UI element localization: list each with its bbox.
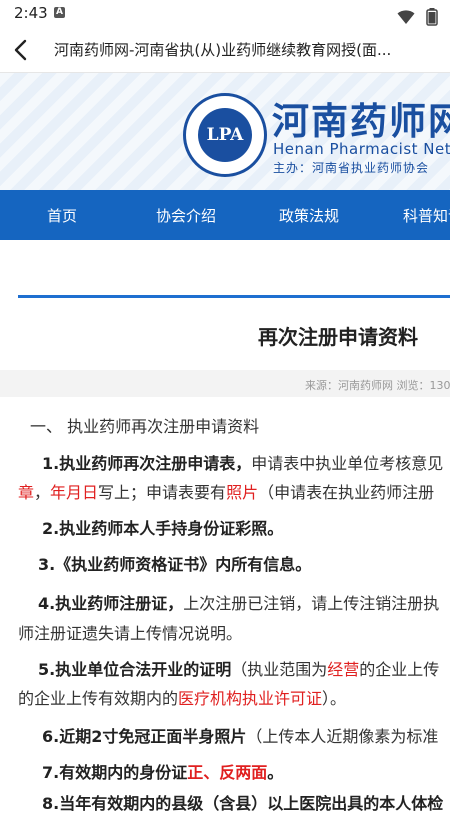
site-name: 河南药师网 — [272, 100, 450, 143]
site-host: 主办：河南省执业药师协会 — [273, 161, 430, 175]
page-title: 河南药师网-河南省执(从)业药师继续教育网授(面... — [54, 41, 392, 59]
article-meta: 来源：河南药师网 浏览：130 — [0, 370, 450, 397]
article-title: 再次注册申请资料 — [258, 325, 418, 349]
site-banner: LPA 河南药师网 Henan Pharmacist Network 主办：河南… — [0, 73, 450, 190]
item-4-line-1: 4.执业药师注册证，上次注册已注销，请上传注销注册执 — [38, 594, 440, 613]
logo-text: LPA — [206, 125, 244, 145]
status-bar: 2:43 A — [0, 0, 450, 28]
nav-item-about[interactable]: 协会介绍 — [156, 205, 216, 226]
nav-item-home[interactable]: 首页 — [47, 205, 77, 226]
main-nav: 首页 协会介绍 政策法规 科普知识 — [0, 190, 450, 240]
item-1-line-1: 1.执业药师再次注册申请表，申请表中执业单位考核意见 — [42, 454, 444, 473]
section-heading: 一、 执业药师再次注册申请资料 — [30, 417, 260, 436]
article-meta-text: 来源：河南药师网 浏览：130 — [305, 379, 450, 392]
item-4-line-2: 师注册证遗失请上传情况说明。 — [18, 624, 243, 643]
association-logo: LPA — [183, 93, 267, 177]
nav-item-policy[interactable]: 政策法规 — [279, 205, 339, 226]
back-arrow-icon[interactable] — [6, 34, 38, 66]
item-1-line-2: 章，年月日写上；申请表要有照片（申请表在执业药师注册 — [18, 483, 435, 502]
divider — [18, 295, 450, 298]
app-bar: 河南药师网-河南省执(从)业药师继续教育网授(面... — [0, 28, 450, 73]
item-3: 3.《执业药师资格证书》内所有信息。 — [38, 555, 312, 574]
item-7: 7.有效期内的身份证正、反两面。 — [42, 763, 284, 782]
item-8-partial: 8.当年有效期内的县级（含县）以上医院出具的本人体检 — [42, 794, 444, 813]
item-5-line-2: 的企业上传有效期内的医疗机构执业许可证）。 — [18, 689, 347, 708]
item-6: 6.近期2寸免冠正面半身照片（上传本人近期像素为标准 — [42, 727, 439, 746]
item-2: 2.执业药师本人手持身份证彩照。 — [42, 519, 284, 538]
status-time: 2:43 — [14, 4, 48, 22]
wifi-icon — [397, 9, 415, 24]
site-name-en: Henan Pharmacist Network — [273, 140, 450, 158]
notification-icon: A — [54, 7, 65, 18]
item-5-line-1: 5.执业单位合法开业的证明（执业范围为经营的企业上传 — [38, 660, 440, 679]
status-icons — [397, 6, 438, 26]
battery-icon — [426, 7, 438, 26]
nav-item-science[interactable]: 科普知识 — [403, 205, 450, 226]
